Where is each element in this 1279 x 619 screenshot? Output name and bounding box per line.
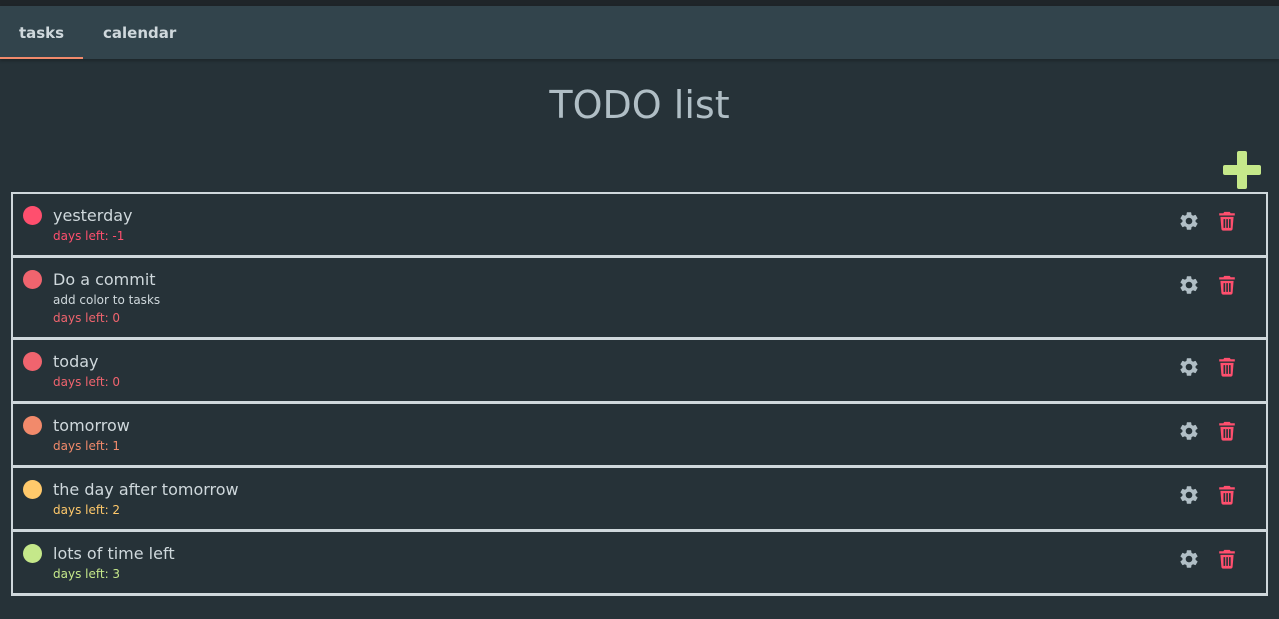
priority-dot xyxy=(23,270,42,289)
tab-bar: tasks calendar xyxy=(0,6,1279,59)
gear-icon[interactable] xyxy=(1178,210,1200,232)
task-list: yesterday days left: -1 Do a commit add … xyxy=(11,192,1268,596)
priority-dot xyxy=(23,206,42,225)
trash-icon[interactable] xyxy=(1216,484,1238,506)
gear-icon[interactable] xyxy=(1178,356,1200,378)
task-title: yesterday xyxy=(53,206,133,225)
task-actions xyxy=(1178,274,1238,296)
trash-icon[interactable] xyxy=(1216,356,1238,378)
task-days-left: days left: 2 xyxy=(53,503,121,517)
task-actions xyxy=(1178,356,1238,378)
trash-icon[interactable] xyxy=(1216,420,1238,442)
task-description: add color to tasks xyxy=(53,293,161,307)
add-row xyxy=(0,147,1279,192)
task-item[interactable]: the day after tomorrow days left: 2 xyxy=(13,468,1266,532)
page-title: TODO list xyxy=(549,83,730,127)
task-item[interactable]: lots of time left days left: 3 xyxy=(13,532,1266,596)
task-days-left: days left: 1 xyxy=(53,439,121,453)
task-days-left: days left: -1 xyxy=(53,229,125,243)
task-actions xyxy=(1178,210,1238,232)
trash-icon[interactable] xyxy=(1216,548,1238,570)
task-actions xyxy=(1178,548,1238,570)
tab-calendar[interactable]: calendar xyxy=(83,6,196,59)
task-actions xyxy=(1178,484,1238,506)
task-title: Do a commit xyxy=(53,270,156,289)
task-title: tomorrow xyxy=(53,416,130,435)
priority-dot xyxy=(23,352,42,371)
gear-icon[interactable] xyxy=(1178,420,1200,442)
task-item[interactable]: Do a commit add color to tasks days left… xyxy=(13,258,1266,340)
task-days-left: days left: 0 xyxy=(53,311,121,325)
task-item[interactable]: yesterday days left: -1 xyxy=(13,194,1266,258)
add-task-button[interactable] xyxy=(1223,151,1261,189)
task-item[interactable]: today days left: 0 xyxy=(13,340,1266,404)
gear-icon[interactable] xyxy=(1178,274,1200,296)
task-title: lots of time left xyxy=(53,544,175,563)
task-item[interactable]: tomorrow days left: 1 xyxy=(13,404,1266,468)
priority-dot xyxy=(23,544,42,563)
tab-tasks[interactable]: tasks xyxy=(0,6,83,59)
task-title: today xyxy=(53,352,99,371)
priority-dot xyxy=(23,480,42,499)
priority-dot xyxy=(23,416,42,435)
task-title: the day after tomorrow xyxy=(53,480,239,499)
task-days-left: days left: 0 xyxy=(53,375,121,389)
task-days-left: days left: 3 xyxy=(53,567,121,581)
task-actions xyxy=(1178,420,1238,442)
trash-icon[interactable] xyxy=(1216,274,1238,296)
gear-icon[interactable] xyxy=(1178,484,1200,506)
trash-icon[interactable] xyxy=(1216,210,1238,232)
gear-icon[interactable] xyxy=(1178,548,1200,570)
